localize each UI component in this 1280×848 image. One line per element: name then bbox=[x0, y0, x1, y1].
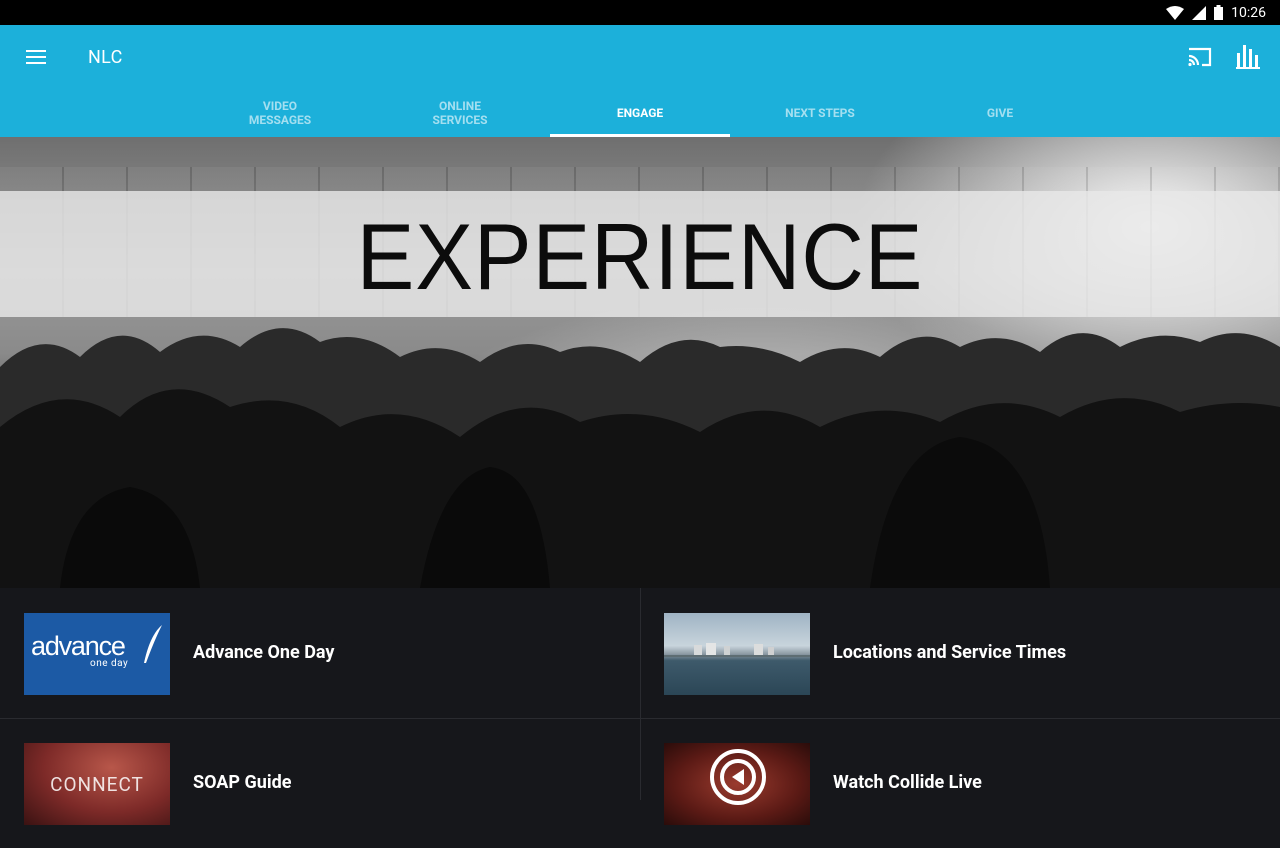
list-item-label: Locations and Service Times bbox=[833, 642, 1067, 663]
hero-banner[interactable]: EXPERIENCE bbox=[0, 137, 1280, 588]
list-item-collide-live[interactable]: Watch Collide Live bbox=[640, 718, 1280, 848]
city-skyline-image bbox=[664, 643, 810, 657]
tab-engage[interactable]: ENGAGE bbox=[550, 89, 730, 137]
crowd-silhouette bbox=[0, 328, 1280, 588]
tab-bar: VIDEO MESSAGES ONLINE SERVICES ENGAGE NEXT… bbox=[190, 89, 1090, 137]
list-item-label: SOAP Guide bbox=[193, 772, 292, 793]
list-item-advance-one-day[interactable]: advance one day Advance One Day bbox=[0, 588, 640, 718]
wifi-icon bbox=[1166, 5, 1185, 20]
tab-online-services[interactable]: ONLINE SERVICES bbox=[370, 89, 550, 137]
list-item-soap-guide[interactable]: CONNECT SOAP Guide bbox=[0, 718, 640, 848]
list-item-label: Watch Collide Live bbox=[833, 772, 982, 793]
content-list: advance one day Advance One Day Location… bbox=[0, 588, 1280, 825]
locations-thumbnail bbox=[664, 613, 810, 695]
quill-icon bbox=[144, 625, 162, 663]
soap-thumbnail: CONNECT bbox=[24, 743, 170, 825]
status-bar: 10:26 bbox=[0, 0, 1280, 25]
signal-icon bbox=[1192, 5, 1207, 20]
cast-icon[interactable] bbox=[1186, 45, 1214, 69]
list-item-locations[interactable]: Locations and Service Times bbox=[640, 588, 1280, 718]
battery-icon bbox=[1214, 5, 1224, 20]
list-item-label: Advance One Day bbox=[193, 642, 335, 663]
tab-next-steps[interactable]: NEXT STEPS bbox=[730, 89, 910, 137]
collide-logo-icon bbox=[710, 749, 766, 805]
stats-icon[interactable] bbox=[1236, 43, 1260, 69]
app-bar: NLC VIDEO MESSAGES ONLINE SERVICES ENGAGE … bbox=[0, 25, 1280, 137]
advance-thumbnail: advance one day bbox=[24, 613, 170, 695]
banner-title: EXPERIENCE bbox=[356, 204, 924, 309]
thumbnail-text: CONNECT bbox=[50, 773, 144, 796]
app-title: NLC bbox=[88, 47, 123, 68]
tab-video-messages[interactable]: VIDEO MESSAGES bbox=[190, 89, 370, 137]
menu-icon[interactable] bbox=[20, 43, 52, 71]
collide-thumbnail bbox=[664, 743, 810, 825]
tab-give[interactable]: GIVE bbox=[910, 89, 1090, 137]
thumbnail-logo-subtext: one day bbox=[90, 658, 129, 669]
clock: 10:26 bbox=[1231, 4, 1266, 21]
